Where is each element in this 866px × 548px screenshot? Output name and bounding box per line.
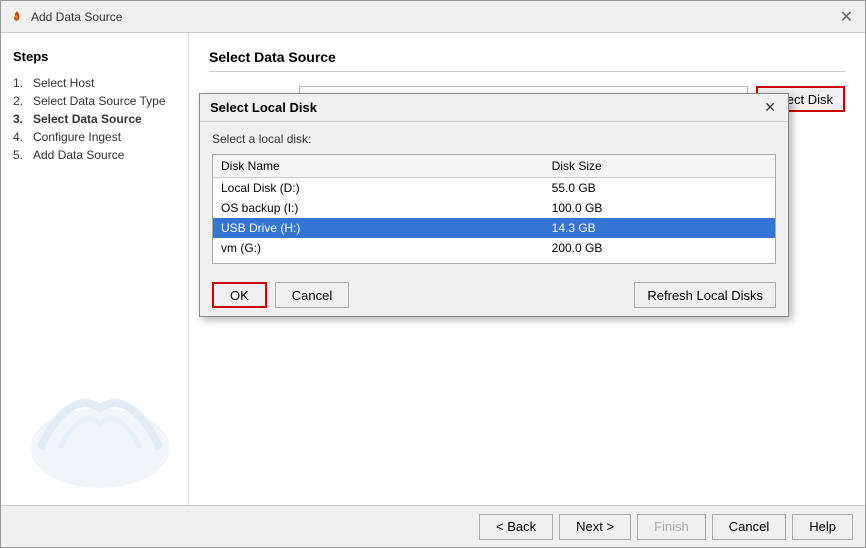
disk-table-wrapper[interactable]: Disk Name Disk Size Local Disk (D:)55.0 … bbox=[212, 154, 776, 264]
window-close-button[interactable]: ✕ bbox=[836, 7, 857, 27]
dialog-titlebar: Select Local Disk ✕ bbox=[200, 94, 788, 122]
refresh-local-disks-button[interactable]: Refresh Local Disks bbox=[634, 282, 776, 308]
table-row[interactable]: OS backup (I:)100.0 GB bbox=[213, 198, 775, 218]
disk-size-cell: 14.3 GB bbox=[544, 218, 775, 238]
disk-name-cell: USB Drive (H:) bbox=[213, 218, 544, 238]
content-area: Steps 1. Select Host 2. Select Data Sour… bbox=[1, 33, 865, 505]
step-4-label: Configure Ingest bbox=[33, 130, 121, 144]
disk-name-cell: OS backup (I:) bbox=[213, 198, 544, 218]
dialog-subtitle: Select a local disk: bbox=[212, 132, 776, 146]
step-3-label: Select Data Source bbox=[33, 112, 142, 126]
finish-button[interactable]: Finish bbox=[637, 514, 706, 540]
disk-size-cell: 65.5 GB bbox=[544, 258, 775, 264]
section-title: Select Data Source bbox=[209, 49, 845, 72]
table-row[interactable]: vm (G:)200.0 GB bbox=[213, 238, 775, 258]
main-panel: Select Data Source Local Disk: Select Di… bbox=[189, 33, 865, 505]
step-5: 5. Add Data Source bbox=[13, 146, 176, 164]
step-1: 1. Select Host bbox=[13, 74, 176, 92]
dialog-footer: OK Cancel Refresh Local Disks bbox=[200, 274, 788, 316]
window-title: Add Data Source bbox=[31, 10, 122, 24]
select-local-disk-dialog: Select Local Disk ✕ Select a local disk:… bbox=[199, 93, 789, 317]
table-row[interactable]: USB Drive (H:)14.3 GB bbox=[213, 218, 775, 238]
steps-list: 1. Select Host 2. Select Data Source Typ… bbox=[13, 74, 176, 164]
table-row[interactable]: work (F:)65.5 GB bbox=[213, 258, 775, 264]
step-4-num: 4. bbox=[13, 130, 29, 144]
disk-name-cell: work (F:) bbox=[213, 258, 544, 264]
help-button[interactable]: Help bbox=[792, 514, 853, 540]
table-header-row: Disk Name Disk Size bbox=[213, 155, 775, 178]
step-1-num: 1. bbox=[13, 76, 29, 90]
disk-table: Disk Name Disk Size Local Disk (D:)55.0 … bbox=[213, 155, 775, 264]
watermark-graphic bbox=[10, 368, 189, 488]
footer-bar: < Back Next > Finish Cancel Help bbox=[1, 505, 865, 547]
disk-name-cell: Local Disk (D:) bbox=[213, 178, 544, 199]
step-2-label: Select Data Source Type bbox=[33, 94, 166, 108]
back-button[interactable]: < Back bbox=[479, 514, 553, 540]
table-row[interactable]: Local Disk (D:)55.0 GB bbox=[213, 178, 775, 199]
steps-panel: Steps 1. Select Host 2. Select Data Sour… bbox=[1, 33, 189, 505]
ok-button[interactable]: OK bbox=[212, 282, 267, 308]
disk-table-body: Local Disk (D:)55.0 GBOS backup (I:)100.… bbox=[213, 178, 775, 265]
step-5-num: 5. bbox=[13, 148, 29, 162]
main-window: Add Data Source ✕ Steps 1. Select Host 2… bbox=[0, 0, 866, 548]
disk-name-cell: vm (G:) bbox=[213, 238, 544, 258]
disk-size-cell: 55.0 GB bbox=[544, 178, 775, 199]
cancel-button[interactable]: Cancel bbox=[275, 282, 349, 308]
dialog-footer-left: OK Cancel bbox=[212, 282, 349, 308]
step-3: 3. Select Data Source bbox=[13, 110, 176, 128]
disk-size-cell: 200.0 GB bbox=[544, 238, 775, 258]
col-disk-name: Disk Name bbox=[213, 155, 544, 178]
steps-heading: Steps bbox=[13, 49, 176, 64]
dialog-body: Select a local disk: Disk Name Disk Size… bbox=[200, 122, 788, 274]
step-2-num: 2. bbox=[13, 94, 29, 108]
app-icon bbox=[9, 9, 25, 25]
dialog-title: Select Local Disk bbox=[210, 100, 317, 115]
step-2: 2. Select Data Source Type bbox=[13, 92, 176, 110]
dialog-close-button[interactable]: ✕ bbox=[762, 99, 778, 116]
titlebar: Add Data Source ✕ bbox=[1, 1, 865, 33]
step-4: 4. Configure Ingest bbox=[13, 128, 176, 146]
step-3-num: 3. bbox=[13, 112, 29, 126]
footer-cancel-button[interactable]: Cancel bbox=[712, 514, 786, 540]
next-button[interactable]: Next > bbox=[559, 514, 631, 540]
col-disk-size: Disk Size bbox=[544, 155, 775, 178]
titlebar-left: Add Data Source bbox=[9, 9, 122, 25]
step-5-label: Add Data Source bbox=[33, 148, 124, 162]
step-1-label: Select Host bbox=[33, 76, 94, 90]
disk-size-cell: 100.0 GB bbox=[544, 198, 775, 218]
